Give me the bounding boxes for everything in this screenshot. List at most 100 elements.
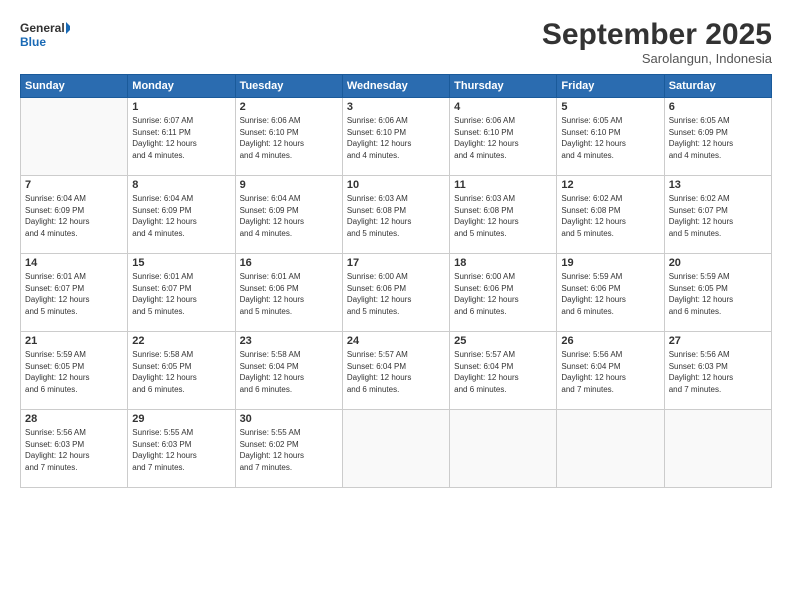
day-number: 27 — [669, 335, 767, 347]
day-number: 17 — [347, 257, 445, 269]
day-info: Sunrise: 5:55 AMSunset: 6:03 PMDaylight:… — [132, 427, 230, 473]
day-header-thursday: Thursday — [450, 75, 557, 98]
calendar-cell — [342, 410, 449, 488]
day-info: Sunrise: 6:05 AMSunset: 6:09 PMDaylight:… — [669, 115, 767, 161]
day-info: Sunrise: 6:04 AMSunset: 6:09 PMDaylight:… — [25, 193, 123, 239]
calendar-cell — [664, 410, 771, 488]
calendar-cell: 3 Sunrise: 6:06 AMSunset: 6:10 PMDaylight… — [342, 98, 449, 176]
calendar-cell: 25 Sunrise: 5:57 AMSunset: 6:04 PMDayligh… — [450, 332, 557, 410]
day-header-wednesday: Wednesday — [342, 75, 449, 98]
calendar-cell: 21 Sunrise: 5:59 AMSunset: 6:05 PMDayligh… — [21, 332, 128, 410]
day-info: Sunrise: 5:55 AMSunset: 6:02 PMDaylight:… — [240, 427, 338, 473]
calendar-cell: 14 Sunrise: 6:01 AMSunset: 6:07 PMDayligh… — [21, 254, 128, 332]
day-info: Sunrise: 5:57 AMSunset: 6:04 PMDaylight:… — [347, 349, 445, 395]
day-number: 19 — [561, 257, 659, 269]
day-info: Sunrise: 6:04 AMSunset: 6:09 PMDaylight:… — [132, 193, 230, 239]
calendar-cell: 17 Sunrise: 6:00 AMSunset: 6:06 PMDayligh… — [342, 254, 449, 332]
day-number: 28 — [25, 413, 123, 425]
day-number: 25 — [454, 335, 552, 347]
day-header-monday: Monday — [128, 75, 235, 98]
day-number: 22 — [132, 335, 230, 347]
calendar-cell: 15 Sunrise: 6:01 AMSunset: 6:07 PMDayligh… — [128, 254, 235, 332]
calendar-cell: 8 Sunrise: 6:04 AMSunset: 6:09 PMDaylight… — [128, 176, 235, 254]
day-info: Sunrise: 5:56 AMSunset: 6:04 PMDaylight:… — [561, 349, 659, 395]
day-number: 6 — [669, 101, 767, 113]
day-info: Sunrise: 6:01 AMSunset: 6:07 PMDaylight:… — [25, 271, 123, 317]
day-info: Sunrise: 6:00 AMSunset: 6:06 PMDaylight:… — [347, 271, 445, 317]
calendar-cell: 24Sunrise: 5:57 AMSunset: 6:04 PMDayligh… — [342, 332, 449, 410]
calendar-cell: 27 Sunrise: 5:56 AMSunset: 6:03 PMDayligh… — [664, 332, 771, 410]
day-info: Sunrise: 5:59 AMSunset: 6:06 PMDaylight:… — [561, 271, 659, 317]
title-block: September 2025 Sarolangun, Indonesia — [542, 18, 772, 66]
calendar-cell: 11 Sunrise: 6:03 AMSunset: 6:08 PMDayligh… — [450, 176, 557, 254]
month-title: September 2025 — [542, 18, 772, 51]
day-number: 8 — [132, 179, 230, 191]
calendar-cell: 20Sunrise: 5:59 AMSunset: 6:05 PMDayligh… — [664, 254, 771, 332]
calendar-table: SundayMondayTuesdayWednesdayThursdayFrid… — [20, 74, 772, 488]
day-number: 10 — [347, 179, 445, 191]
day-info: Sunrise: 6:06 AMSunset: 6:10 PMDaylight:… — [347, 115, 445, 161]
logo: General Blue — [20, 18, 70, 54]
day-number: 5 — [561, 101, 659, 113]
day-number: 11 — [454, 179, 552, 191]
calendar-cell: 4 Sunrise: 6:06 AMSunset: 6:10 PMDaylight… — [450, 98, 557, 176]
day-header-tuesday: Tuesday — [235, 75, 342, 98]
calendar-cell: 9Sunrise: 6:04 AMSunset: 6:09 PMDaylight… — [235, 176, 342, 254]
day-info: Sunrise: 6:05 AMSunset: 6:10 PMDaylight:… — [561, 115, 659, 161]
day-number: 21 — [25, 335, 123, 347]
day-info: Sunrise: 6:02 AMSunset: 6:07 PMDaylight:… — [669, 193, 767, 239]
calendar-cell: 28 Sunrise: 5:56 AMSunset: 6:03 PMDayligh… — [21, 410, 128, 488]
day-info: Sunrise: 6:02 AMSunset: 6:08 PMDaylight:… — [561, 193, 659, 239]
day-info: Sunrise: 5:56 AMSunset: 6:03 PMDaylight:… — [669, 349, 767, 395]
day-info: Sunrise: 6:01 AMSunset: 6:06 PMDaylight:… — [240, 271, 338, 317]
day-header-sunday: Sunday — [21, 75, 128, 98]
day-number: 1 — [132, 101, 230, 113]
day-header-saturday: Saturday — [664, 75, 771, 98]
calendar-cell: 5 Sunrise: 6:05 AMSunset: 6:10 PMDaylight… — [557, 98, 664, 176]
day-number: 29 — [132, 413, 230, 425]
day-info: Sunrise: 6:04 AMSunset: 6:09 PMDaylight:… — [240, 193, 338, 239]
calendar-cell: 18Sunrise: 6:00 AMSunset: 6:06 PMDayligh… — [450, 254, 557, 332]
day-number: 13 — [669, 179, 767, 191]
calendar-cell: 29 Sunrise: 5:55 AMSunset: 6:03 PMDayligh… — [128, 410, 235, 488]
day-number: 12 — [561, 179, 659, 191]
calendar-cell: 2Sunrise: 6:06 AMSunset: 6:10 PMDaylight… — [235, 98, 342, 176]
calendar-cell — [21, 98, 128, 176]
svg-text:General: General — [20, 21, 65, 35]
day-number: 16 — [240, 257, 338, 269]
calendar-cell: 30 Sunrise: 5:55 AMSunset: 6:02 PMDayligh… — [235, 410, 342, 488]
day-info: Sunrise: 5:58 AMSunset: 6:04 PMDaylight:… — [240, 349, 338, 395]
day-info: Sunrise: 6:03 AMSunset: 6:08 PMDaylight:… — [347, 193, 445, 239]
day-info: Sunrise: 6:07 AMSunset: 6:11 PMDaylight:… — [132, 115, 230, 161]
calendar-cell: 10 Sunrise: 6:03 AMSunset: 6:08 PMDayligh… — [342, 176, 449, 254]
day-number: 15 — [132, 257, 230, 269]
calendar-cell: 13 Sunrise: 6:02 AMSunset: 6:07 PMDayligh… — [664, 176, 771, 254]
calendar-cell: 22 Sunrise: 5:58 AMSunset: 6:05 PMDayligh… — [128, 332, 235, 410]
calendar-cell: 26 Sunrise: 5:56 AMSunset: 6:04 PMDayligh… — [557, 332, 664, 410]
day-info: Sunrise: 6:06 AMSunset: 6:10 PMDaylight:… — [454, 115, 552, 161]
calendar-cell: 6 Sunrise: 6:05 AMSunset: 6:09 PMDaylight… — [664, 98, 771, 176]
day-number: 2 — [240, 101, 338, 113]
day-number: 23 — [240, 335, 338, 347]
day-header-friday: Friday — [557, 75, 664, 98]
day-info: Sunrise: 5:59 AMSunset: 6:05 PMDaylight:… — [25, 349, 123, 395]
calendar-cell: 12 Sunrise: 6:02 AMSunset: 6:08 PMDayligh… — [557, 176, 664, 254]
day-info: Sunrise: 5:57 AMSunset: 6:04 PMDaylight:… — [454, 349, 552, 395]
day-number: 26 — [561, 335, 659, 347]
day-number: 14 — [25, 257, 123, 269]
day-number: 3 — [347, 101, 445, 113]
day-number: 30 — [240, 413, 338, 425]
day-number: 7 — [25, 179, 123, 191]
day-info: Sunrise: 6:01 AMSunset: 6:07 PMDaylight:… — [132, 271, 230, 317]
calendar-cell: 7 Sunrise: 6:04 AMSunset: 6:09 PMDaylight… — [21, 176, 128, 254]
day-number: 4 — [454, 101, 552, 113]
calendar-cell — [557, 410, 664, 488]
day-info: Sunrise: 5:56 AMSunset: 6:03 PMDaylight:… — [25, 427, 123, 473]
calendar-cell: 19 Sunrise: 5:59 AMSunset: 6:06 PMDayligh… — [557, 254, 664, 332]
svg-text:Blue: Blue — [20, 35, 46, 49]
day-info: Sunrise: 5:58 AMSunset: 6:05 PMDaylight:… — [132, 349, 230, 395]
day-number: 20 — [669, 257, 767, 269]
calendar-cell: 16 Sunrise: 6:01 AMSunset: 6:06 PMDayligh… — [235, 254, 342, 332]
calendar-cell: 23 Sunrise: 5:58 AMSunset: 6:04 PMDayligh… — [235, 332, 342, 410]
day-info: Sunrise: 6:03 AMSunset: 6:08 PMDaylight:… — [454, 193, 552, 239]
